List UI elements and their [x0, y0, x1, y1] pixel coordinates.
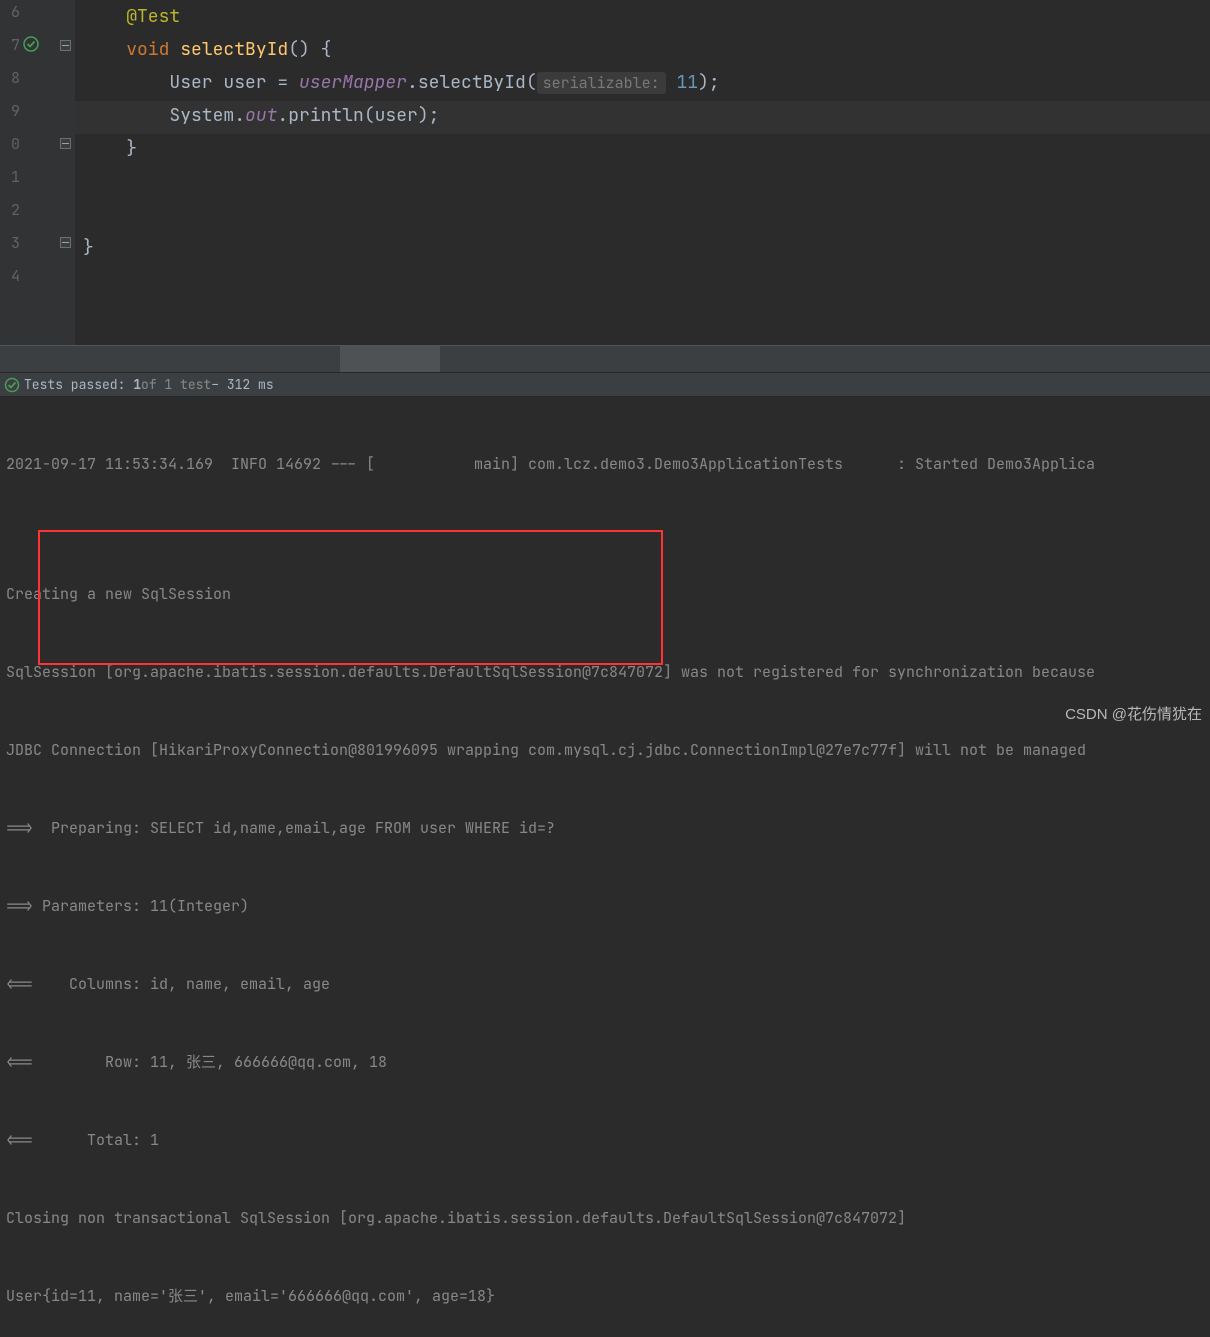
code-text: ( [526, 71, 537, 94]
code-text: .println(user); [277, 104, 439, 127]
console-line: ==> Parameters: 11(Integer) [6, 893, 1204, 919]
code-editor[interactable]: 6 7 8 9 0 1 2 3 4 @Test void selectById(… [0, 0, 1210, 345]
code-text: User user = [169, 71, 299, 94]
code-text: ); [698, 71, 720, 94]
line-number: 0 [0, 134, 20, 154]
fold-collapse-icon[interactable] [58, 38, 72, 52]
console-line: Closing non transactional SqlSession [or… [6, 1205, 1204, 1231]
code-line[interactable]: @Test [83, 0, 180, 33]
console-line: 2021-09-17 11:53:34.169 INFO 14692 --- [… [6, 451, 1204, 477]
line-number: 4 [0, 266, 20, 286]
code-content[interactable]: @Test void selectById() { User user = us… [75, 0, 1210, 345]
method-call: selectById [418, 71, 526, 94]
brace: } [83, 236, 94, 259]
line-number: 3 [0, 233, 20, 253]
line-number: 9 [0, 101, 20, 121]
code-text: . [407, 71, 418, 94]
gutter: 6 7 8 9 0 1 2 3 4 [0, 0, 75, 345]
code-line[interactable]: User user = userMapper.selectById(serial… [83, 66, 720, 100]
tests-total-label: of 1 test [141, 376, 211, 393]
console-line: <== Row: 11, 张三, 666666@qq.com, 18 [6, 1049, 1204, 1075]
line-number: 7 [0, 35, 20, 55]
number-literal: 11 [666, 71, 698, 94]
line-number: 2 [0, 200, 20, 220]
console-line: SqlSession [org.apache.ibatis.session.de… [6, 659, 1204, 685]
test-pass-icon [4, 377, 20, 393]
method-name: selectById [180, 38, 288, 61]
line-number: 6 [0, 2, 20, 22]
console-output[interactable]: 2021-09-17 11:53:34.169 INFO 14692 --- [… [0, 397, 1210, 1337]
code-line[interactable]: void selectById() { [83, 33, 331, 66]
tests-time: – 312 ms [211, 376, 273, 393]
code-line[interactable]: System.out.println(user); [83, 99, 439, 132]
tests-passed-label: Tests passed: [24, 376, 125, 393]
brace: } [126, 137, 137, 160]
code-line[interactable]: } [83, 132, 137, 165]
keyword-void: void [126, 38, 169, 61]
line-number: 8 [0, 68, 20, 88]
parameter-hint: serializable: [537, 72, 666, 94]
code-line[interactable]: } [83, 231, 94, 264]
line-number: 1 [0, 167, 20, 187]
field-ref: userMapper [299, 71, 407, 94]
test-pass-icon[interactable] [23, 36, 39, 57]
console-line: <== Columns: id, name, email, age [6, 971, 1204, 997]
console-line: Creating a new SqlSession [6, 581, 1204, 607]
tests-passed-count: 1 [133, 376, 141, 393]
divider-handle[interactable] [340, 346, 390, 372]
fold-expand-icon[interactable] [58, 136, 72, 150]
console-line: ==> Preparing: SELECT id,name,email,age … [6, 815, 1204, 841]
console-line: User{id=11, name='张三', email='666666@qq.… [6, 1283, 1204, 1309]
panel-divider[interactable] [0, 345, 1210, 373]
console-line: <== Total: 1 [6, 1127, 1204, 1153]
code-text: System. [169, 104, 245, 127]
fold-expand-icon[interactable] [58, 235, 72, 249]
field-ref: out [245, 104, 277, 127]
code-text: () { [288, 38, 331, 61]
console-line: JDBC Connection [HikariProxyConnection@8… [6, 737, 1204, 763]
annotation: @Test [126, 5, 180, 28]
divider-handle[interactable] [390, 346, 440, 372]
test-status-bar: Tests passed: 1 of 1 test – 312 ms [0, 373, 1210, 397]
watermark: CSDN @花伤情犹在 [1065, 703, 1202, 724]
